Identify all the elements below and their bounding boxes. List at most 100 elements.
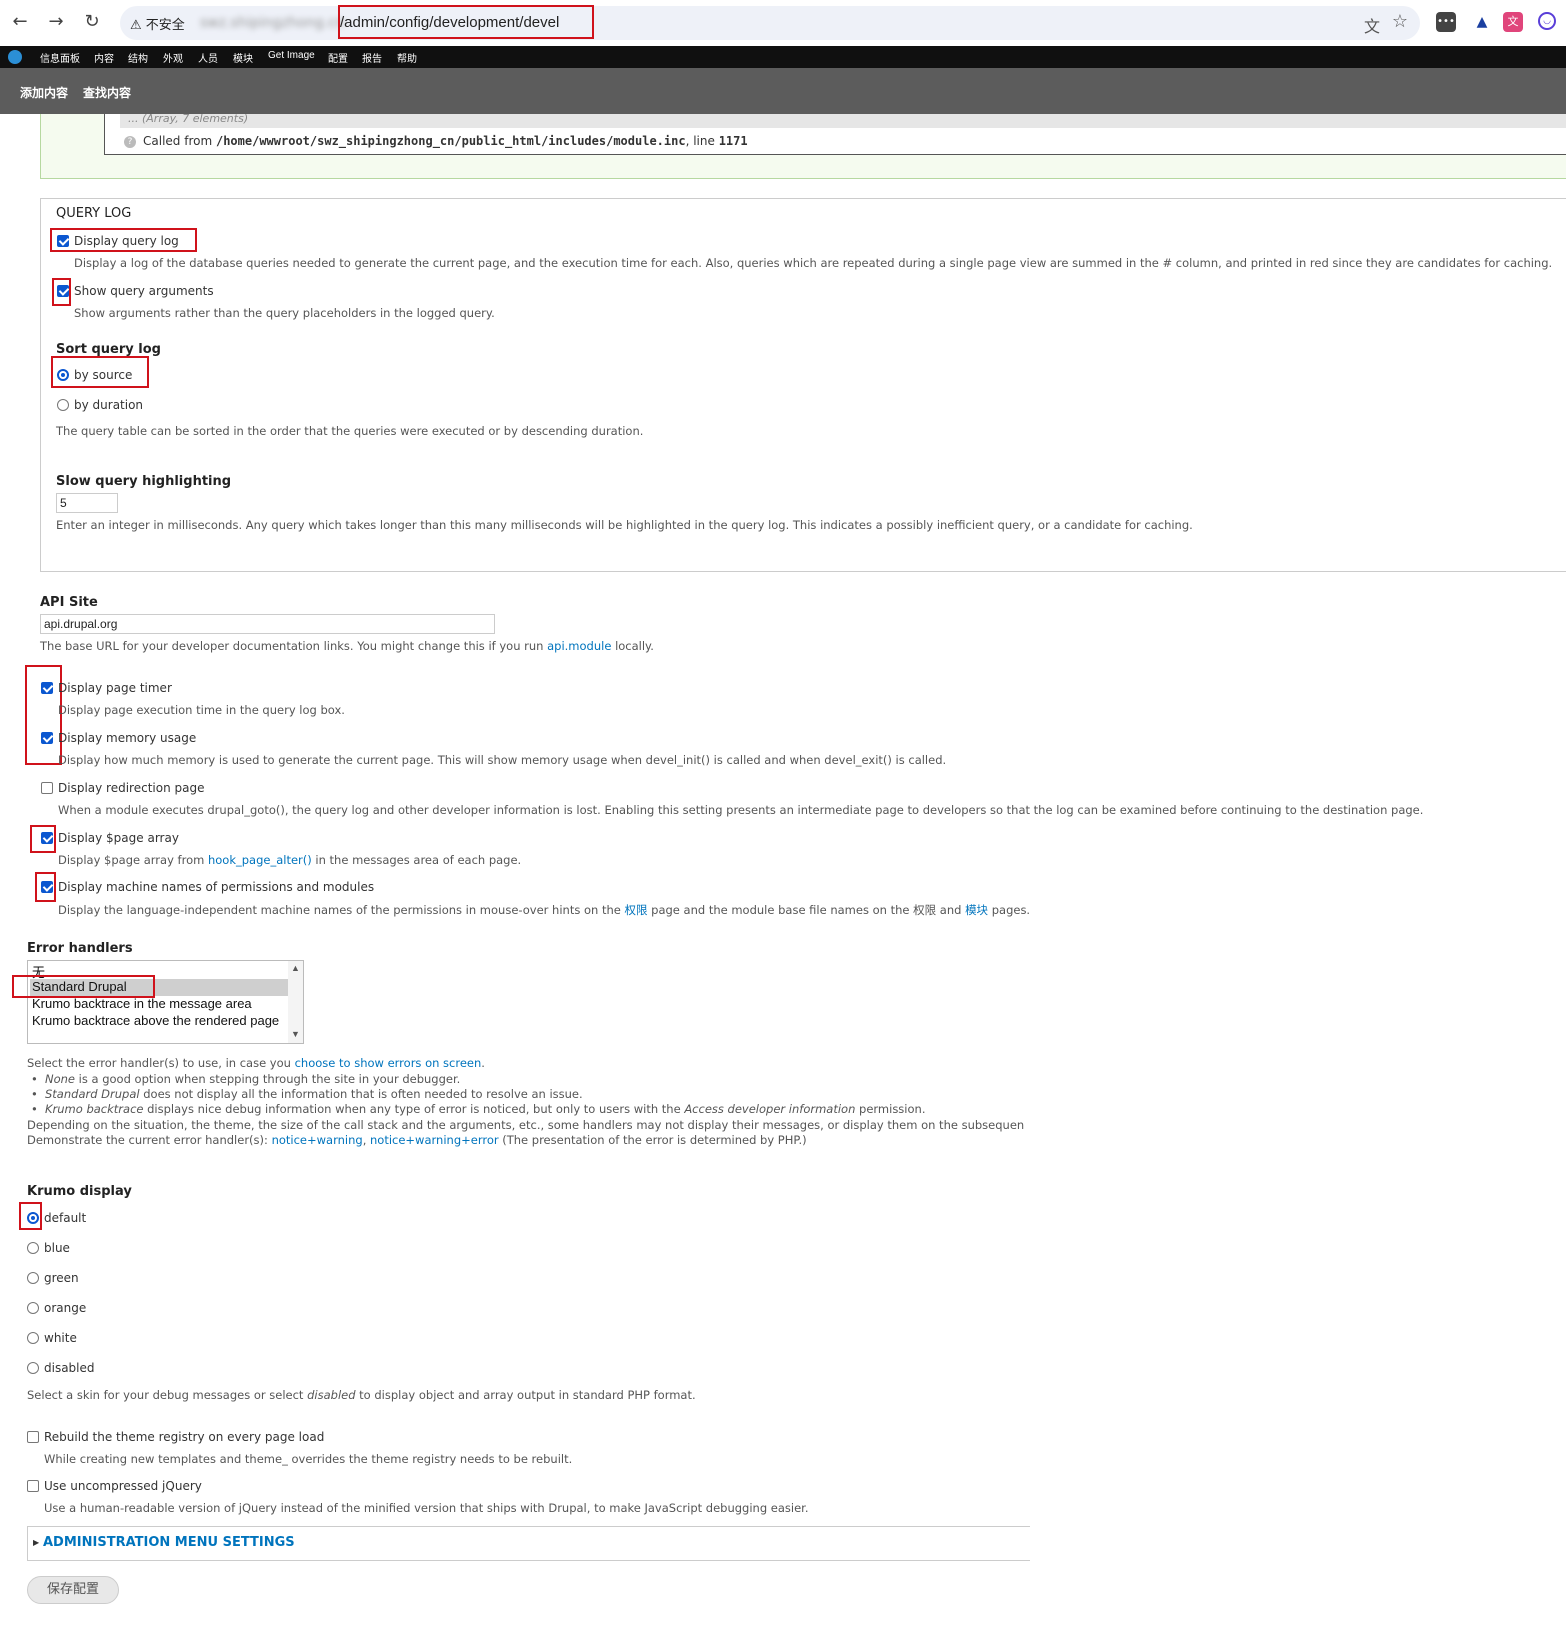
error-depending-text: Depending on the situation, the theme, t… [27, 1118, 1025, 1132]
krumo-disabled-radio[interactable] [27, 1362, 39, 1374]
error-bullet-none: None is a good option when stepping thro… [31, 1072, 460, 1086]
page-array-desc-tail: in the messages area of each page. [315, 853, 522, 867]
profile-icon[interactable]: ◡ [1538, 12, 1556, 30]
uncompressed-jquery-desc: Use a human-readable version of jQuery i… [44, 1501, 809, 1515]
save-config-button[interactable]: 保存配置 [27, 1576, 119, 1604]
called-from-label: Called from [143, 134, 213, 148]
krumo-disabled-label: disabled [44, 1361, 95, 1375]
toolbar-item-config[interactable]: 配置 [328, 50, 348, 65]
drupal-home-icon[interactable] [8, 50, 22, 64]
bullet-em: None [45, 1072, 76, 1086]
rebuild-theme-registry-checkbox[interactable] [27, 1431, 39, 1443]
krumo-blue-radio[interactable] [27, 1242, 39, 1254]
address-bar[interactable]: ⚠ 不安全 swz.shipingzhong.cn /admin/config/… [120, 6, 1420, 40]
toolbar-item-dashboard[interactable]: 信息面板 [40, 50, 80, 65]
api-module-link[interactable]: api.module [547, 639, 611, 653]
sort-by-source-label: by source [74, 368, 133, 382]
slow-query-title: Slow query highlighting [56, 474, 232, 489]
extension-translate-icon[interactable]: 文 [1503, 12, 1523, 32]
krumo-green-label: green [44, 1271, 79, 1285]
error-bullet-krumo: Krumo backtrace displays nice debug info… [31, 1102, 926, 1116]
bullet-text: permission. [859, 1102, 926, 1116]
show-query-arguments-checkbox[interactable] [57, 285, 69, 297]
hook-page-alter-link[interactable]: hook_page_alter() [208, 853, 312, 867]
api-desc-tail: locally. [615, 639, 654, 653]
error-demo-text: Demonstrate the current error handler(s)… [27, 1133, 807, 1147]
bookmark-star-icon[interactable]: ☆ [1392, 11, 1408, 32]
error-handler-option[interactable]: 无 [32, 962, 45, 980]
bullet-text: does not display all the information tha… [143, 1087, 583, 1101]
admin-menu-settings-link[interactable]: ADMINISTRATION MENU SETTINGS [43, 1535, 295, 1550]
permissions-link[interactable]: 权限 [625, 903, 648, 917]
forward-icon[interactable]: → [44, 10, 68, 34]
page-timer-desc: Display page execution time in the query… [58, 703, 345, 717]
toolbar-item-structure[interactable]: 结构 [128, 50, 148, 65]
machine-names-checkbox[interactable] [41, 881, 53, 893]
error-handler-option[interactable]: Krumo backtrace above the rendered page [32, 1013, 279, 1030]
error-handler-option[interactable]: Krumo backtrace in the message area [32, 996, 252, 1013]
machine-names-label: Display machine names of permissions and… [58, 880, 375, 894]
slow-query-input[interactable] [56, 493, 118, 513]
toolbar-item-reports[interactable]: 报告 [362, 50, 382, 65]
scroll-up-icon[interactable]: ▲ [291, 963, 300, 973]
toolbar-item-get-image[interactable]: Get Image [268, 50, 315, 61]
error-handler-option-selected[interactable]: Standard Drupal [30, 979, 288, 996]
extension-triangle-icon[interactable]: ▲ [1472, 12, 1492, 32]
toolbar-item-help[interactable]: 帮助 [397, 50, 417, 65]
page-array-checkbox[interactable] [41, 832, 53, 844]
page-timer-checkbox[interactable] [41, 682, 53, 694]
page-array-desc-text: Display $page array from [58, 853, 205, 867]
krumo-orange-radio[interactable] [27, 1302, 39, 1314]
shortcut-find-content[interactable]: 查找内容 [83, 84, 131, 101]
display-query-log-label: Display query log [74, 234, 179, 248]
krumo-blue-label: blue [44, 1241, 70, 1255]
url-path: /admin/config/development/devel [340, 14, 560, 31]
error-handlers-desc: Select the error handler(s) to use, in c… [27, 1056, 485, 1070]
page-timer-label: Display page timer [58, 681, 172, 695]
uncompressed-jquery-checkbox[interactable] [27, 1480, 39, 1492]
api-site-input[interactable] [40, 614, 495, 634]
memory-usage-desc: Display how much memory is used to gener… [58, 753, 947, 767]
krumo-white-radio[interactable] [27, 1332, 39, 1344]
query-log-legend: QUERY LOG [56, 206, 132, 221]
krumo-white-label: white [44, 1331, 77, 1345]
url-host: swz.shipingzhong.cn [200, 15, 345, 31]
error-handlers-select[interactable]: 无 Standard Drupal Krumo backtrace in the… [27, 960, 304, 1044]
shortcut-bar: 添加内容 查找内容 [0, 68, 1566, 114]
memory-usage-checkbox[interactable] [41, 732, 53, 744]
demo-sep: , [362, 1133, 367, 1147]
krumo-green-radio[interactable] [27, 1272, 39, 1284]
demo-text: Demonstrate the current error handler(s)… [27, 1133, 268, 1147]
machine-desc-mid: page and the module base file names on t… [651, 903, 962, 917]
collapse-arrow-icon[interactable]: ▶ [33, 1538, 39, 1547]
scroll-down-icon[interactable]: ▼ [291, 1029, 300, 1039]
show-errors-link[interactable]: choose to show errors on screen [295, 1056, 482, 1070]
shortcut-add-content[interactable]: 添加内容 [20, 84, 68, 101]
sort-by-duration-radio[interactable] [57, 399, 69, 411]
krumo-orange-label: orange [44, 1301, 87, 1315]
redirection-page-checkbox[interactable] [41, 782, 53, 794]
redirection-page-label: Display redirection page [58, 781, 205, 795]
display-query-log-checkbox[interactable] [57, 235, 69, 247]
toolbar-item-people[interactable]: 人员 [198, 50, 218, 65]
insecure-badge[interactable]: ⚠ 不安全 [130, 14, 185, 33]
toolbar-item-content[interactable]: 内容 [94, 50, 114, 65]
rebuild-theme-registry-desc: While creating new templates and theme_ … [44, 1452, 573, 1466]
extension-icon[interactable]: ••• [1436, 12, 1456, 32]
line-number: 1171 [718, 134, 748, 148]
reload-icon[interactable]: ↻ [80, 10, 104, 34]
machine-names-desc: Display the language-independent machine… [58, 902, 1030, 918]
sort-by-source-radio[interactable] [57, 369, 69, 381]
back-icon[interactable]: ← [8, 10, 32, 34]
annotation-box [25, 665, 62, 765]
translate-icon[interactable]: 文 [1364, 13, 1380, 37]
bullet-em: Standard Drupal [45, 1087, 140, 1101]
krumo-default-radio[interactable] [27, 1212, 39, 1224]
toolbar-item-appearance[interactable]: 外观 [163, 50, 183, 65]
modules-link[interactable]: 模块 [965, 903, 988, 917]
demo-notice-warning-error-link[interactable]: notice+warning+error [370, 1133, 499, 1147]
rebuild-theme-registry-label: Rebuild the theme registry on every page… [44, 1430, 325, 1444]
demo-notice-warning-link[interactable]: notice+warning [272, 1133, 363, 1147]
select-scrollbar[interactable]: ▲ ▼ [288, 961, 303, 1043]
toolbar-item-modules[interactable]: 模块 [233, 50, 253, 65]
